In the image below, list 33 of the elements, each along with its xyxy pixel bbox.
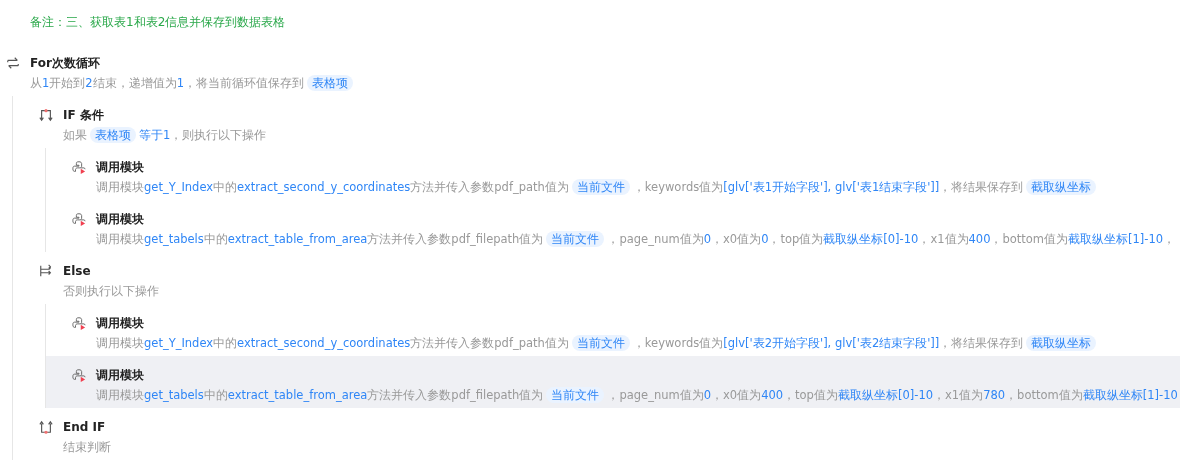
fork-icon xyxy=(39,264,53,278)
step-description: 调用模块get_Y_Index中的extract_second_y_coordinates方法并传入参数pdf_path值为 当前文件 ，keywords值为[glv['表2开始字段'], glv['表2结束字段']]，将结果保存到 截取纵坐标 xyxy=(96,334,1100,352)
step-description: 从1开始到2结束，递增值为1，将当前循环值保存到 表格项 xyxy=(30,74,356,92)
step-title: 调用模块 xyxy=(96,211,145,227)
step-title: 调用模块 xyxy=(96,159,145,175)
step-row[interactable]: End IF 结束判断 xyxy=(33,408,1180,460)
step-row[interactable]: 调用模块 调用模块get_tabels中的extract_table_from_area方法并传入参数pdf_filepath值为 当前文件 ，page_num值为0，x0值为400，top值为截取纵坐标[0]-10，x1值为780，bottom值为截取纵坐标[1]-10 xyxy=(46,356,1180,408)
step-title: For次数循环 xyxy=(30,55,101,71)
step-title: 调用模块 xyxy=(96,367,145,383)
step-title: IF 条件 xyxy=(63,107,105,123)
note-text: 备注：三、获取表1和表2信息并保存到数据表格 xyxy=(29,14,287,31)
step-title: End IF xyxy=(63,419,107,435)
step-title: 调用模块 xyxy=(96,315,145,331)
step-title: Else xyxy=(63,263,92,279)
python-icon xyxy=(72,368,86,382)
step-row[interactable]: 调用模块 调用模块get_Y_Index中的extract_second_y_coordinates方法并传入参数pdf_path值为 当前文件 ，keywords值为[glv['表2开始字段'], glv['表2结束字段']]，将结果保存到 截取纵坐标 xyxy=(66,304,1180,356)
step-description: 如果 表格项 等于1，则执行以下操作 xyxy=(63,126,267,144)
step-row[interactable]: IF 条件 如果 表格项 等于1，则执行以下操作 xyxy=(33,96,1180,148)
merge-icon xyxy=(39,420,53,434)
step-row[interactable]: Else 否则执行以下操作 xyxy=(33,252,1180,304)
step-description: 调用模块get_Y_Index中的extract_second_y_coordinates方法并传入参数pdf_path值为 当前文件 ，keywords值为[glv['表1开始字段'], glv['表1结束字段']]，将结果保存到 截取纵坐标 xyxy=(96,178,1100,196)
step-description: 否则执行以下操作 xyxy=(63,283,159,300)
python-icon xyxy=(72,212,86,226)
step-row[interactable]: 调用模块 调用模块get_tabels中的extract_table_from_area方法并传入参数pdf_filepath值为 当前文件 ，page_num值为0，x0值为0，top值为截取纵坐标[0]-10，x1值为400，bottom值为截取纵坐标[1]-10， xyxy=(66,200,1180,252)
step-description: 调用模块get_tabels中的extract_table_from_area方法并传入参数pdf_filepath值为 当前文件 ，page_num值为0，x0值为400，top值为截取纵坐标[0]-10，x1值为780，bottom值为截取纵坐标[1]-10 xyxy=(96,386,1178,404)
step-row[interactable]: For次数循环 从1开始到2结束，递增值为1，将当前循环值保存到 表格项 xyxy=(0,44,1180,96)
loop-arrows-icon xyxy=(6,56,20,70)
python-icon xyxy=(72,160,86,174)
branch-icon xyxy=(39,108,53,122)
step-row[interactable]: 调用模块 调用模块get_Y_Index中的extract_second_y_coordinates方法并传入参数pdf_path值为 当前文件 ，keywords值为[glv['表1开始字段'], glv['表1结束字段']]，将结果保存到 截取纵坐标 xyxy=(66,148,1180,200)
python-icon xyxy=(72,316,86,330)
step-description: 结束判断 xyxy=(63,439,111,456)
step-description: 调用模块get_tabels中的extract_table_from_area方法并传入参数pdf_filepath值为 当前文件 ，page_num值为0，x0值为0，top值为截取纵坐标[0]-10，x1值为400，bottom值为截取纵坐标[1]-10， xyxy=(96,230,1176,248)
